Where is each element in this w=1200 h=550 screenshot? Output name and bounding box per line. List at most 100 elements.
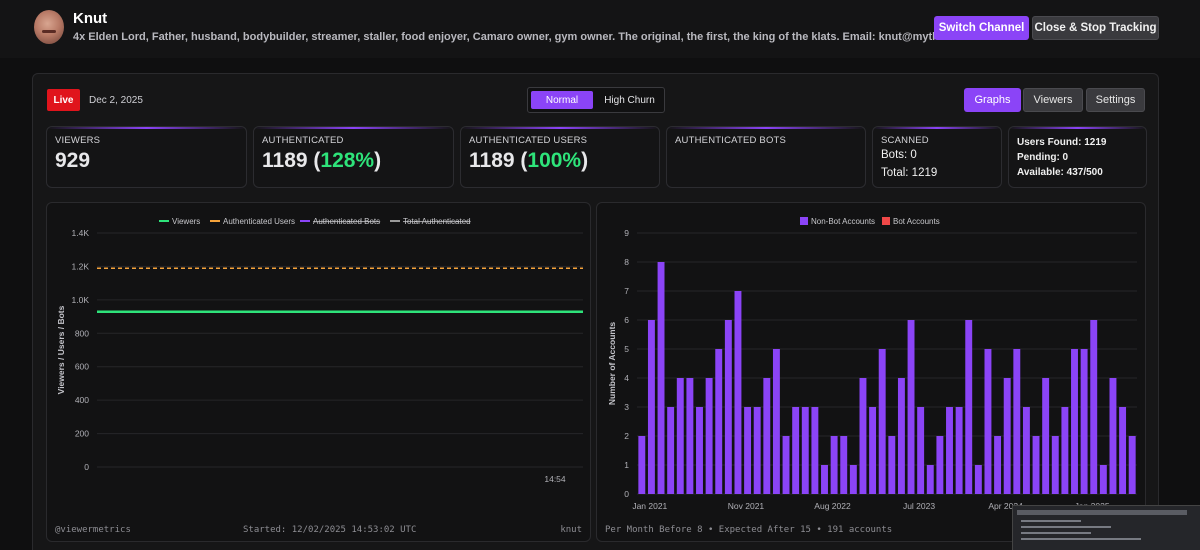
bar — [724, 320, 732, 494]
bar — [974, 465, 982, 494]
bar — [878, 349, 886, 494]
y-tick-label: 3 — [624, 402, 629, 412]
bar — [1099, 465, 1107, 494]
y-tick-label: 6 — [624, 315, 629, 325]
bar — [782, 436, 790, 494]
close-stop-tracking-button[interactable]: Close & Stop Tracking — [1032, 16, 1159, 40]
y-tick-label: 8 — [624, 257, 629, 267]
bar — [638, 436, 646, 494]
bar — [849, 465, 857, 494]
y-tick-label: 9 — [624, 228, 629, 238]
y-tick-label: 1.2K — [72, 261, 90, 271]
mode-toggle: Normal High Churn — [527, 87, 665, 113]
bar — [965, 320, 973, 494]
y-axis-label: Number of Accounts — [607, 322, 617, 406]
authenticated-percent: 128% — [320, 149, 375, 172]
authenticated-stat-label: AUTHENTICATED — [262, 135, 344, 146]
legend-label: Authenticated Users — [223, 217, 295, 226]
bar — [1022, 407, 1030, 494]
authenticated-stat-card: AUTHENTICATED 1189 (128%) — [253, 126, 454, 188]
y-axis-label: Viewers / Users / Bots — [56, 305, 66, 394]
screen-preview-thumbnail — [1012, 505, 1200, 550]
bar — [955, 407, 963, 494]
account-age-bar-chart: 0 1 2 3 4 5 6 7 8 9 Number of Accounts Jan 2021 Nov … — [607, 217, 1137, 511]
viewers-stat-label: VIEWERS — [55, 135, 101, 146]
authenticated-users-count: 1189 — [469, 149, 515, 172]
y-tick-label: 400 — [75, 395, 89, 405]
bar — [763, 378, 771, 494]
x-tick-label: Jul 2023 — [903, 501, 935, 511]
bar — [686, 378, 694, 494]
bar — [1061, 407, 1069, 494]
bar — [888, 436, 896, 494]
y-tick-label: 1.0K — [72, 295, 90, 305]
bar — [917, 407, 925, 494]
legend-label: Authenticated Bots — [313, 217, 380, 226]
bar — [840, 436, 848, 494]
legend-label: Bot Accounts — [893, 217, 940, 226]
tab-viewers[interactable]: Viewers — [1023, 88, 1083, 112]
channel-avatar — [34, 10, 64, 44]
legend-swatch — [800, 217, 808, 225]
channel-name: Knut — [73, 10, 108, 27]
authenticated-users-stat-label: AUTHENTICATED USERS — [469, 135, 588, 146]
y-tick-label: 0 — [84, 462, 89, 472]
users-found: Users Found: 1219 — [1017, 137, 1107, 148]
y-tick-label: 5 — [624, 344, 629, 354]
bar — [859, 378, 867, 494]
bar — [1109, 378, 1117, 494]
bar — [821, 465, 828, 494]
chart-footer-channel: knut — [560, 525, 582, 535]
bar — [1003, 378, 1011, 494]
bar — [946, 407, 953, 494]
bar — [744, 407, 752, 494]
bar — [734, 291, 742, 494]
legend-swatch — [882, 217, 890, 225]
bar — [1032, 436, 1040, 494]
bar — [696, 407, 703, 494]
bar — [772, 349, 780, 494]
authenticated-bots-stat-card: AUTHENTICATED BOTS — [666, 126, 866, 188]
bar — [715, 349, 723, 494]
switch-channel-button[interactable]: Switch Channel — [934, 16, 1029, 40]
viewers-line-chart: 0 200 400 600 800 1.0K 1.2K 1.4K Viewers / Users… — [56, 217, 583, 484]
bar — [1128, 436, 1136, 494]
x-tick-label: Jan 2021 — [632, 501, 667, 511]
y-tick-label: 7 — [624, 286, 629, 296]
dashboard-panel: Live Dec 2, 2025 Normal High Churn Graph… — [32, 73, 1159, 550]
bar — [1090, 320, 1098, 494]
bar — [753, 407, 761, 494]
mode-high-churn-button[interactable]: High Churn — [596, 91, 663, 109]
account-age-bar-chart-card: 0 1 2 3 4 5 6 7 8 9 Number of Accounts Jan 2021 Nov … — [596, 202, 1146, 542]
users-pending: Pending: 0 — [1017, 152, 1069, 163]
x-tick-label: 14:54 — [544, 474, 566, 484]
bar — [705, 378, 713, 494]
viewers-stat-value: 929 — [55, 149, 91, 172]
top-bar: Knut 4x Elden Lord, Father, husband, bod… — [0, 0, 1200, 58]
y-tick-label: 0 — [624, 489, 629, 499]
authenticated-users-stat-card: AUTHENTICATED USERS 1189 (100%) — [460, 126, 660, 188]
tab-graphs[interactable]: Graphs — [964, 88, 1021, 112]
bar — [1080, 349, 1088, 494]
bar-chart-footer: Per Month Before 8 • Expected After 15 •… — [605, 525, 893, 535]
y-tick-label: 800 — [75, 328, 89, 338]
mode-normal-button[interactable]: Normal — [531, 91, 593, 109]
scanned-stat-card: SCANNED Bots: 0 Total: 1219 — [872, 126, 1002, 188]
bar — [647, 320, 655, 494]
tab-settings[interactable]: Settings — [1086, 88, 1145, 112]
authenticated-users-percent: 100% — [527, 149, 582, 172]
chart-footer-started: Started: 12/02/2025 14:53:02 UTC — [243, 525, 417, 535]
bar — [1051, 436, 1059, 494]
bar — [1042, 378, 1050, 494]
bar — [667, 407, 675, 494]
stream-date: Dec 2, 2025 — [89, 95, 143, 106]
scanned-bots: Bots: 0 — [881, 149, 917, 161]
bar — [792, 407, 800, 494]
scanned-total: Total: 1219 — [881, 167, 938, 179]
live-badge: Live — [47, 89, 80, 111]
y-tick-label: 600 — [75, 362, 89, 372]
y-tick-label: 2 — [624, 431, 629, 441]
bar — [811, 407, 819, 494]
authenticated-users-stat-value: 1189 (100%) — [469, 149, 589, 172]
scanned-stat-label: SCANNED — [881, 135, 929, 146]
